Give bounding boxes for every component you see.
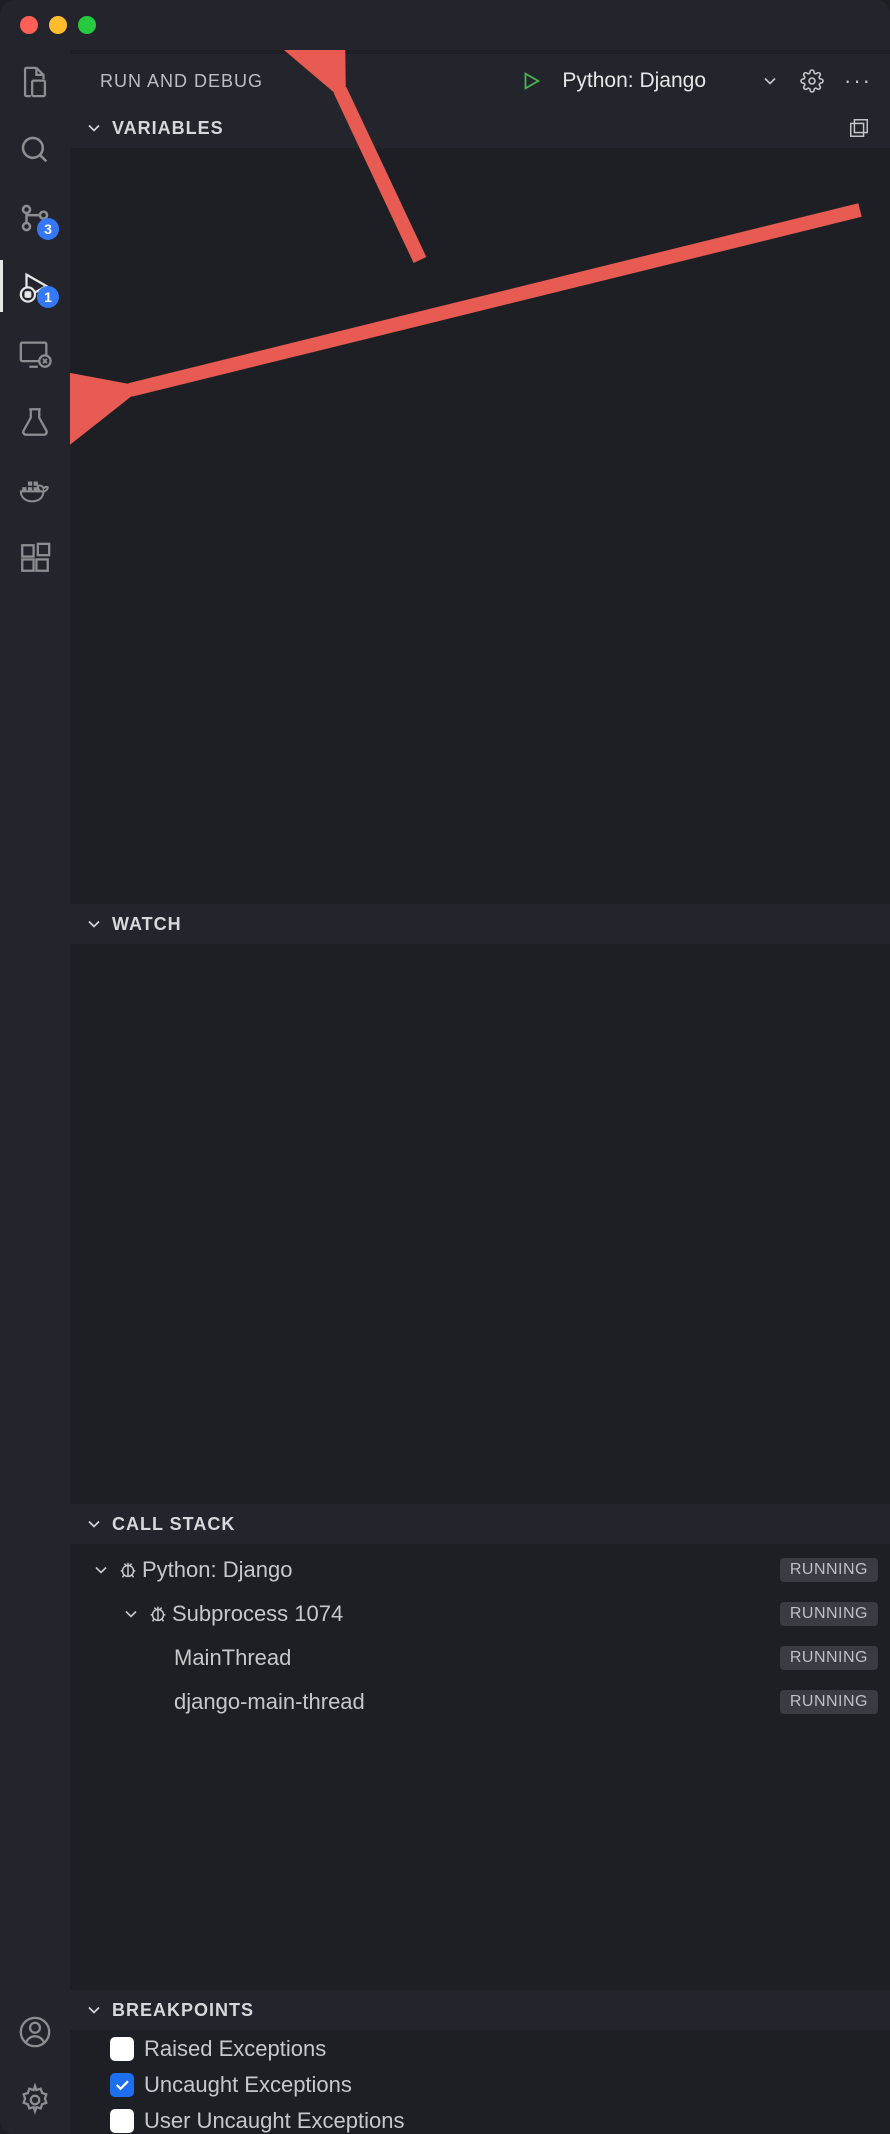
variables-section-header[interactable]: VARIABLES — [70, 108, 890, 148]
breakpoints-title: BREAKPOINTS — [112, 2000, 254, 2021]
more-actions-button[interactable]: ··· — [844, 68, 872, 94]
callstack-body: Python: DjangoRUNNINGSubprocess 1074RUNN… — [70, 1544, 890, 1724]
breakpoint-row[interactable]: User Uncaught Exceptions — [70, 2108, 890, 2134]
status-badge: RUNNING — [780, 1602, 878, 1626]
callstack-row[interactable]: Python: DjangoRUNNING — [70, 1548, 890, 1592]
explorer-icon[interactable] — [17, 64, 53, 100]
chevron-down-icon — [88, 1560, 114, 1580]
callstack-label: django-main-thread — [174, 1689, 780, 1715]
callstack-title: CALL STACK — [112, 1514, 235, 1535]
chevron-down-icon — [84, 1514, 104, 1534]
chevron-down-icon — [84, 118, 104, 138]
accounts-icon[interactable] — [17, 2014, 53, 2050]
breakpoint-checkbox[interactable] — [110, 2073, 134, 2097]
testing-icon[interactable] — [17, 404, 53, 440]
main-body: 3 1 — [0, 50, 890, 2134]
window-maximize-button[interactable] — [78, 16, 96, 34]
status-badge: RUNNING — [780, 1558, 878, 1582]
watch-section-header[interactable]: WATCH — [70, 904, 890, 944]
panel-header: RUN AND DEBUG Python: Django ··· — [70, 54, 890, 108]
status-badge: RUNNING — [780, 1646, 878, 1670]
search-icon[interactable] — [17, 132, 53, 168]
breakpoint-label: Raised Exceptions — [144, 2036, 326, 2062]
window-close-button[interactable] — [20, 16, 38, 34]
bug-icon — [144, 1603, 172, 1625]
breakpoints-body: Raised Exceptions Uncaught Exceptions User… — [70, 2030, 890, 2134]
breakpoint-checkbox[interactable] — [110, 2037, 134, 2061]
breakpoint-checkbox[interactable] — [110, 2109, 134, 2133]
source-control-icon[interactable]: 3 — [17, 200, 53, 236]
run-debug-panel: RUN AND DEBUG Python: Django ··· — [70, 50, 890, 2134]
callstack-row[interactable]: MainThreadRUNNING — [70, 1636, 890, 1680]
callstack-row[interactable]: Subprocess 1074RUNNING — [70, 1592, 890, 1636]
extensions-icon[interactable] — [17, 540, 53, 576]
variables-title: VARIABLES — [112, 118, 224, 139]
debug-config-name: Python: Django — [562, 69, 706, 93]
remote-explorer-icon[interactable] — [17, 336, 53, 372]
docker-icon[interactable] — [17, 472, 53, 508]
activity-bar: 3 1 — [0, 50, 70, 2134]
start-debugging-button[interactable] — [520, 70, 542, 92]
breakpoint-label: User Uncaught Exceptions — [144, 2108, 404, 2134]
source-control-badge: 3 — [37, 218, 59, 240]
chevron-down-icon — [118, 1604, 144, 1624]
callstack-label: MainThread — [174, 1645, 780, 1671]
callstack-row[interactable]: django-main-threadRUNNING — [70, 1680, 890, 1724]
run-debug-badge: 1 — [37, 286, 59, 308]
callstack-label: Subprocess 1074 — [172, 1601, 780, 1627]
breakpoints-section-header[interactable]: BREAKPOINTS — [70, 1990, 890, 2030]
breakpoint-row[interactable]: Uncaught Exceptions — [70, 2072, 890, 2098]
debug-config-dropdown[interactable]: Python: Django — [562, 69, 780, 93]
run-debug-icon[interactable]: 1 — [17, 268, 53, 304]
watch-body — [70, 944, 890, 1504]
variables-body — [70, 148, 890, 904]
breakpoint-label: Uncaught Exceptions — [144, 2072, 352, 2098]
collapse-all-icon[interactable] — [848, 117, 870, 139]
callstack-label: Python: Django — [142, 1557, 780, 1583]
chevron-down-icon — [84, 914, 104, 934]
vscode-window: 3 1 — [0, 0, 890, 2134]
panel-title: RUN AND DEBUG — [100, 71, 263, 92]
breakpoint-row[interactable]: Raised Exceptions — [70, 2036, 890, 2062]
window-minimize-button[interactable] — [49, 16, 67, 34]
callstack-section-header[interactable]: CALL STACK — [70, 1504, 890, 1544]
bug-icon — [114, 1559, 142, 1581]
watch-title: WATCH — [112, 914, 182, 935]
status-badge: RUNNING — [780, 1690, 878, 1714]
configure-gear-icon[interactable] — [800, 69, 824, 93]
titlebar — [0, 0, 890, 50]
chevron-down-icon — [760, 71, 780, 91]
settings-gear-icon[interactable] — [17, 2082, 53, 2118]
chevron-down-icon — [84, 2000, 104, 2020]
